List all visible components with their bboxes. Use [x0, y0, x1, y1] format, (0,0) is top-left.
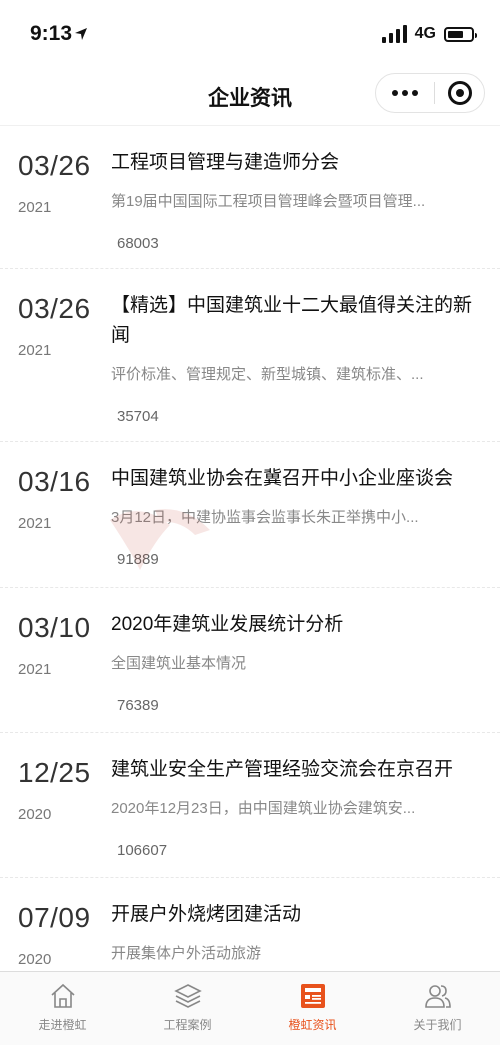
- article-view-count: 35704: [117, 408, 159, 425]
- nav-bar: 企业资讯: [0, 70, 500, 125]
- article-item[interactable]: 03/26 2021 【精选】中国建筑业十二大最值得关注的新闻 评价标准、管理规…: [0, 269, 500, 442]
- tab-label: 走进橙虹: [38, 1018, 87, 1032]
- tab-cases[interactable]: 工程案例: [125, 972, 250, 1045]
- network-type: 4G: [414, 25, 436, 42]
- article-view-count: 68003: [117, 235, 159, 252]
- article-summary: 3月12日，中建协监事会监事长朱正举携中小...: [111, 509, 419, 526]
- close-miniprogram-button[interactable]: [435, 81, 484, 105]
- article-view-count: 76389: [117, 697, 159, 714]
- battery-icon: [444, 26, 477, 42]
- layers-icon: [173, 984, 202, 1008]
- tab-label: 橙虹资讯: [288, 1018, 337, 1032]
- target-icon: [447, 81, 472, 105]
- article-year: 2021: [18, 515, 52, 532]
- article-date: 03/16: [18, 466, 91, 497]
- article-title: 中国建筑业协会在冀召开中小企业座谈会: [111, 468, 454, 489]
- article-date: 03/26: [18, 150, 91, 181]
- article-item[interactable]: 07/09 2020 开展户外烧烤团建活动 开展集体户外活动旅游: [0, 878, 500, 971]
- tab-news[interactable]: 橙虹资讯: [250, 972, 375, 1045]
- article-date: 07/09: [18, 902, 91, 933]
- article-title: 开展户外烧烤团建活动: [111, 904, 302, 925]
- article-year: 2020: [18, 951, 52, 968]
- article-date: 03/26: [18, 293, 91, 324]
- article-item[interactable]: 03/16 2021 中国建筑业协会在冀召开中小企业座谈会 3月12日，中建协监…: [0, 442, 500, 588]
- article-summary: 开展集体户外活动旅游: [111, 945, 262, 962]
- more-options-icon[interactable]: [376, 90, 434, 96]
- article-year: 2021: [18, 342, 52, 359]
- article-item[interactable]: 03/26 2021 工程项目管理与建造师分会 第19届中国国际工程项目管理峰会…: [0, 126, 500, 269]
- tab-label: 关于我们: [413, 1018, 462, 1032]
- article-summary: 2020年12月23日，由中国建筑业协会建筑安...: [111, 800, 416, 817]
- article-item[interactable]: 03/10 2021 2020年建筑业发展统计分析 全国建筑业基本情况 7638…: [0, 588, 500, 733]
- article-title: 建筑业安全生产管理经验交流会在京召开: [111, 759, 454, 780]
- article-date: 12/25: [18, 757, 91, 788]
- article-title: 工程项目管理与建造师分会: [111, 152, 340, 173]
- article-summary: 第19届中国国际工程项目管理峰会暨项目管理...: [111, 193, 426, 210]
- article-item[interactable]: 12/25 2020 建筑业安全生产管理经验交流会在京召开 2020年12月23…: [0, 733, 500, 878]
- article-summary: 评价标准、管理规定、新型城镇、建筑标准、...: [111, 366, 424, 383]
- tab-home[interactable]: 走进橙虹: [0, 972, 125, 1045]
- tab-label: 工程案例: [163, 1018, 212, 1032]
- home-icon: [50, 983, 75, 1008]
- signal-icon: [381, 25, 407, 43]
- article-view-count: 106607: [117, 842, 168, 859]
- article-year: 2020: [18, 806, 52, 823]
- article-summary: 全国建筑业基本情况: [111, 655, 247, 672]
- status-time: 9:13: [30, 22, 73, 45]
- article-title: 2020年建筑业发展统计分析: [111, 614, 344, 635]
- miniprogram-capsule: [375, 73, 485, 113]
- tab-bar: 走进橙虹 工程案例 橙虹资讯 关于我们: [0, 971, 500, 1045]
- location-arrow-icon: [75, 28, 87, 40]
- article-year: 2021: [18, 199, 52, 216]
- status-bar: 9:13 4G: [0, 0, 500, 70]
- users-icon: [424, 985, 451, 1008]
- article-view-count: 91889: [117, 551, 159, 568]
- article-list[interactable]: 03/26 2021 工程项目管理与建造师分会 第19届中国国际工程项目管理峰会…: [0, 125, 500, 971]
- tab-about[interactable]: 关于我们: [375, 972, 500, 1045]
- news-icon: [300, 984, 325, 1008]
- article-year: 2021: [18, 661, 52, 678]
- article-date: 03/10: [18, 612, 91, 643]
- article-title: 【精选】中国建筑业十二大最值得关注的新闻: [111, 295, 473, 346]
- status-indicators: 4G: [381, 25, 477, 43]
